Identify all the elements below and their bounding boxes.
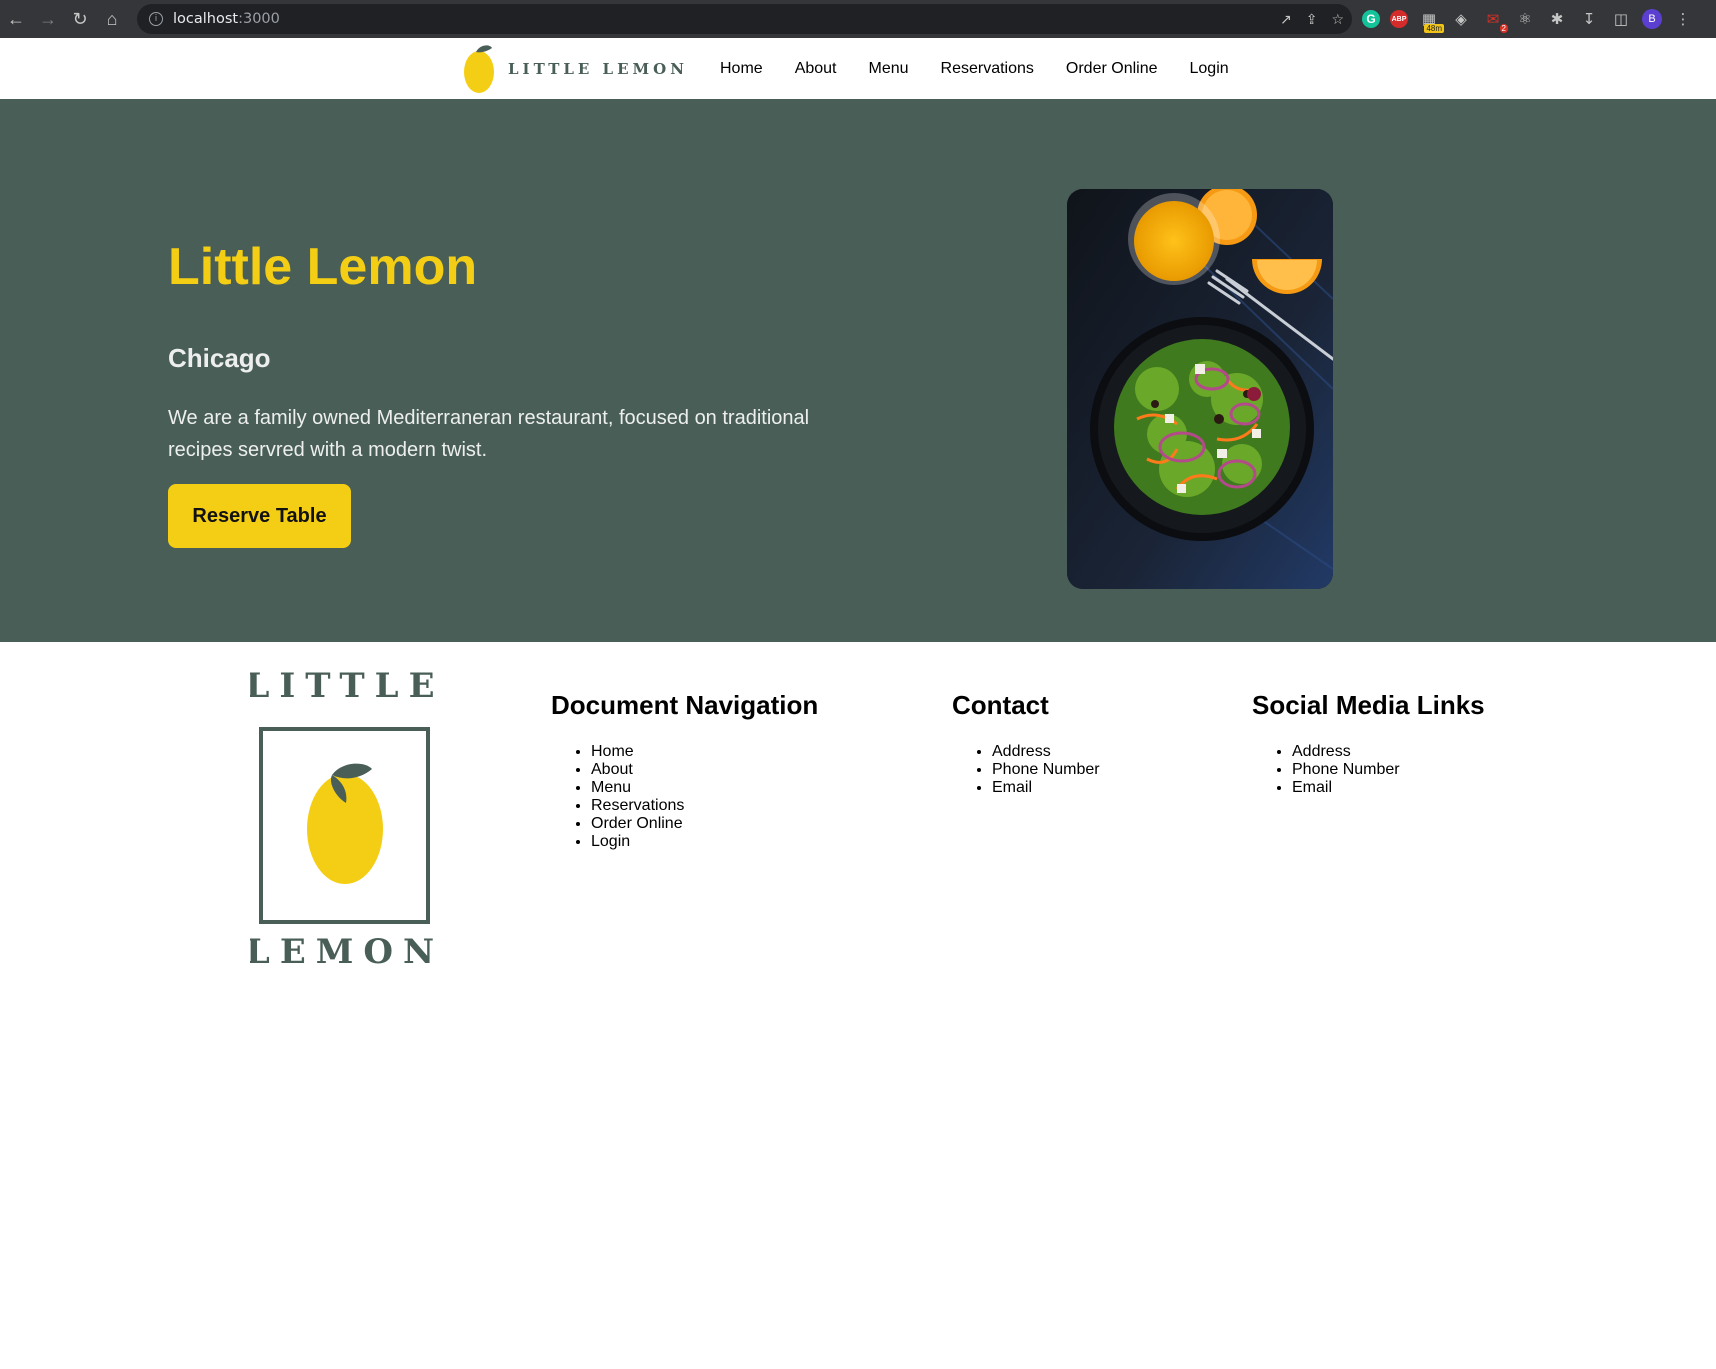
menu-kebab-icon[interactable]: ⋮ xyxy=(1672,8,1694,30)
hero-section: Little Lemon Chicago We are a family own… xyxy=(0,99,1716,642)
footer-nav-login[interactable]: Login xyxy=(591,833,818,851)
footer-logo[interactable]: LITTLE LEMON xyxy=(245,657,440,972)
header-logo[interactable]: LITTLE LEMON xyxy=(462,42,688,96)
download-icon[interactable]: ↧ xyxy=(1578,8,1600,30)
footer-social-list: Address Phone Number Email xyxy=(1252,743,1485,797)
site-header: LITTLE LEMON Home About Menu Reservation… xyxy=(0,38,1716,99)
hero-food-image xyxy=(1067,189,1333,589)
social-address[interactable]: Address xyxy=(1292,743,1485,761)
mail-badge: 2 xyxy=(1499,24,1508,33)
timer-extension-icon[interactable]: ▦ 48m xyxy=(1418,8,1444,33)
footer-navigation-list: Home About Menu Reservations Order Onlin… xyxy=(551,743,818,851)
back-arrow-icon[interactable]: ← xyxy=(0,0,32,38)
footer-nav-menu[interactable]: Menu xyxy=(591,779,818,797)
open-external-icon[interactable]: ↗ xyxy=(1280,11,1292,28)
footer-logo-top-text: LITTLE xyxy=(250,666,440,706)
tag-extension-icon[interactable]: ◈ xyxy=(1450,8,1472,30)
social-email[interactable]: Email xyxy=(1292,779,1485,797)
address-bar[interactable]: i localhost:3000 ↗ ⇪ ☆ xyxy=(137,4,1352,34)
browser-toolbar: ← → ↻ ⌂ i localhost:3000 ↗ ⇪ ☆ G ABP ▦ 48… xyxy=(0,0,1716,38)
footer-social: Social Media Links Address Phone Number … xyxy=(1252,690,1485,797)
footer-nav-order-online[interactable]: Order Online xyxy=(591,815,818,833)
footer-contact: Contact Address Phone Number Email xyxy=(952,690,1100,797)
url-text[interactable]: localhost:3000 xyxy=(173,11,280,27)
nav-home[interactable]: Home xyxy=(720,60,763,78)
adblock-extension-icon[interactable]: ABP xyxy=(1390,10,1408,28)
footer-nav-about[interactable]: About xyxy=(591,761,818,779)
nav-reservations[interactable]: Reservations xyxy=(941,60,1034,78)
contact-email[interactable]: Email xyxy=(992,779,1100,797)
footer-nav-reservations[interactable]: Reservations xyxy=(591,797,818,815)
bookmark-star-icon[interactable]: ☆ xyxy=(1331,11,1344,28)
contact-phone[interactable]: Phone Number xyxy=(992,761,1100,779)
footer-social-heading: Social Media Links xyxy=(1252,690,1485,720)
forward-arrow-icon[interactable]: → xyxy=(32,0,64,38)
logo-text: LITTLE LEMON xyxy=(508,60,688,78)
hero-subtitle: Chicago xyxy=(168,343,271,373)
footer-contact-list: Address Phone Number Email xyxy=(952,743,1100,797)
nav-about[interactable]: About xyxy=(795,60,837,78)
grammarly-extension-icon[interactable]: G xyxy=(1362,10,1380,28)
footer-logo-bottom-text: LEMON xyxy=(250,932,440,967)
site-info-icon[interactable]: i xyxy=(149,12,163,26)
site-footer: LITTLE LEMON Document Navigation Home Ab… xyxy=(0,642,1716,1369)
share-icon[interactable]: ⇪ xyxy=(1306,11,1318,28)
footer-navigation-heading: Document Navigation xyxy=(551,690,819,720)
social-phone[interactable]: Phone Number xyxy=(1292,761,1485,779)
mail-extension-icon[interactable]: ✉ 2 xyxy=(1482,8,1508,33)
nav-order-online[interactable]: Order Online xyxy=(1066,60,1158,78)
nav-menu[interactable]: Menu xyxy=(869,60,909,78)
profile-avatar[interactable]: B xyxy=(1642,9,1662,29)
lemon-logo-icon xyxy=(464,45,494,93)
timer-badge: 48m xyxy=(1424,24,1444,33)
home-icon[interactable]: ⌂ xyxy=(96,0,128,38)
puzzle-extensions-icon[interactable]: ✱ xyxy=(1546,8,1568,30)
hero-title: Little Lemon xyxy=(168,238,478,296)
react-devtools-icon[interactable]: ⚛ xyxy=(1514,8,1536,30)
footer-contact-heading: Contact xyxy=(952,690,1049,720)
hero-description: We are a family owned Mediterraneran res… xyxy=(168,407,810,461)
reserve-table-button[interactable]: Reserve Table xyxy=(168,484,351,548)
side-panel-icon[interactable]: ◫ xyxy=(1610,8,1632,30)
contact-address[interactable]: Address xyxy=(992,743,1100,761)
nav-login[interactable]: Login xyxy=(1190,60,1229,78)
footer-nav-home[interactable]: Home xyxy=(591,743,818,761)
reload-icon[interactable]: ↻ xyxy=(64,0,96,38)
main-nav: Home About Menu Reservations Order Onlin… xyxy=(720,38,1229,99)
footer-navigation: Document Navigation Home About Menu Rese… xyxy=(551,690,818,851)
extensions-tray: G ABP ▦ 48m ◈ ✉ 2 ⚛ ✱ ↧ ◫ B ⋮ xyxy=(1362,0,1694,38)
